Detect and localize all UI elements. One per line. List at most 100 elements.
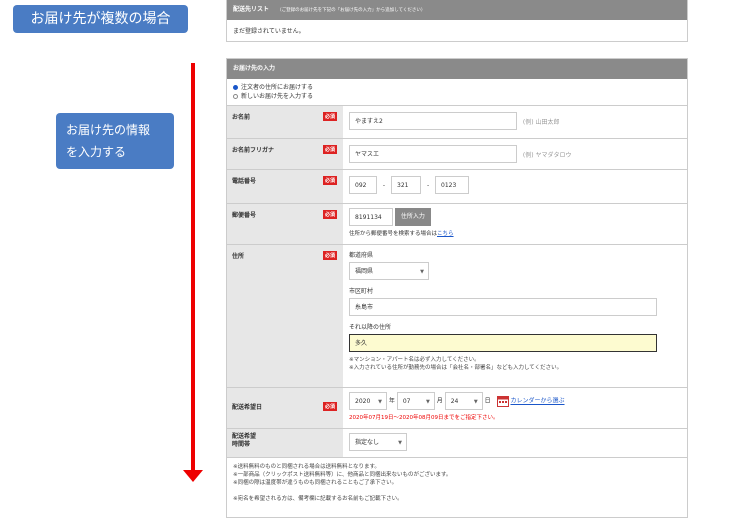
phone-sep-2: - bbox=[426, 181, 430, 189]
required-badge: 必須 bbox=[322, 145, 337, 154]
delivery-list-empty: まだ登録されていません。 bbox=[233, 28, 305, 35]
phone-label-text: 電話番号 bbox=[232, 178, 257, 185]
label-phone: 電話番号 必須 bbox=[227, 170, 343, 203]
label-delivery-time: 配送希望 時間帯 bbox=[227, 429, 343, 457]
delivery-list-panel: 配送先リスト （ご登録のお届け先を下記の「お届け先の入力」から追加してください）… bbox=[226, 0, 688, 42]
phone-value-cell: 092 - 321 - 0123 bbox=[343, 170, 687, 203]
time-label-2: 時間帯 bbox=[232, 441, 251, 448]
address-note-2: ※入力されている住所が勤務先の場合は「会社名・部署名」なども入力してください。 bbox=[349, 365, 563, 371]
time-value-cell: 指定なし ▼ bbox=[343, 429, 687, 457]
zip-help-text: 住所から郵便番号を検索する場合は bbox=[349, 231, 438, 237]
required-badge: 必須 bbox=[322, 251, 337, 260]
rest-label: それ以降の住所 bbox=[349, 324, 392, 331]
entry-header: お届け先の入力 bbox=[227, 59, 687, 79]
zip-value-cell: 8191134 住所入力 住所から郵便番号を検索する場合はこちら bbox=[343, 204, 687, 244]
red-arrow-head-icon bbox=[183, 470, 203, 482]
phone-input-1[interactable]: 092 bbox=[349, 176, 377, 194]
address-label-text: 住所 bbox=[232, 253, 245, 260]
address-note-1: ※マンション・アパート名は必ず入力してください。 bbox=[349, 357, 480, 363]
row-zip: 郵便番号 必須 8191134 住所入力 住所から郵便番号を検索する場合はこちら bbox=[227, 204, 687, 245]
prefecture-value: 福岡県 bbox=[355, 268, 374, 275]
footer-note-1: ※送料無料のものと同梱される場合は送料無料となります。 bbox=[233, 464, 380, 470]
time-value: 指定なし bbox=[355, 439, 380, 446]
phone-sep-1: - bbox=[382, 181, 386, 189]
prefecture-select[interactable]: 福岡県 ▼ bbox=[349, 262, 429, 280]
footer-notes: ※送料無料のものと同梱される場合は送料無料となります。 ※一部商品（クリックポス… bbox=[227, 458, 687, 508]
calendar-link[interactable]: カレンダーから選ぶ bbox=[511, 398, 565, 405]
phone-input-2[interactable]: 321 bbox=[391, 176, 422, 194]
radio-selected-icon[interactable] bbox=[233, 85, 238, 90]
chevron-down-icon: ▼ bbox=[426, 399, 430, 405]
month-value: 07 bbox=[402, 398, 411, 405]
row-address: 住所 必須 都道府県 福岡県 ▼ 市区町村 糸島市 それ以降の住所 多久 ※マンショ… bbox=[227, 245, 687, 388]
date-value-cell: 2020 ▼ 年 07 ▼ 月 24 ▼ 日 カレンダーから選ぶ 2020年07月19… bbox=[343, 388, 687, 428]
date-label-text: 配送希望日 bbox=[232, 404, 263, 411]
kana-input[interactable]: ヤマスエ bbox=[349, 145, 517, 163]
red-arrow-line bbox=[191, 63, 195, 473]
delivery-list-title: 配送先リスト bbox=[233, 6, 270, 13]
kana-label-text: お名前フリガナ bbox=[232, 147, 275, 154]
row-name: お名前 必須 やますえ2 (例) 山田太郎 bbox=[227, 106, 687, 139]
chevron-down-icon: ▼ bbox=[378, 399, 382, 405]
time-select[interactable]: 指定なし ▼ bbox=[349, 433, 407, 451]
label-name: お名前 必須 bbox=[227, 106, 343, 138]
day-select[interactable]: 24 ▼ bbox=[444, 392, 483, 410]
zip-help: 住所から郵便番号を検索する場合はこちら bbox=[349, 229, 681, 237]
month-select[interactable]: 07 ▼ bbox=[396, 392, 435, 410]
city-label: 市区町村 bbox=[349, 288, 374, 295]
pref-label: 都道府県 bbox=[349, 252, 374, 259]
radio-orderer-address[interactable]: 注文者の住所にお届けする bbox=[233, 83, 681, 92]
radio-unselected-icon[interactable] bbox=[233, 94, 238, 99]
radio-2-label: 新しいお届け先を入力する bbox=[241, 93, 314, 100]
address-value-cell: 都道府県 福岡県 ▼ 市区町村 糸島市 それ以降の住所 多久 ※マンション・アパー… bbox=[343, 245, 687, 387]
name-label-text: お名前 bbox=[232, 114, 251, 121]
label-address: 住所 必須 bbox=[227, 245, 343, 387]
address-lookup-button[interactable]: 住所入力 bbox=[394, 208, 431, 226]
callout-info-line1: お届け先の情報 bbox=[66, 123, 151, 137]
name-value-cell: やますえ2 (例) 山田太郎 bbox=[343, 106, 687, 138]
chevron-down-icon: ▼ bbox=[398, 440, 402, 446]
delivery-list-subtitle: （ご登録のお届け先を下記の「お届け先の入力」から追加してください） bbox=[277, 8, 426, 13]
phone-input-3[interactable]: 0123 bbox=[435, 176, 470, 194]
row-delivery-date: 配送希望日 必須 2020 ▼ 年 07 ▼ 月 24 ▼ 日 カレンダーから選ぶ 20… bbox=[227, 388, 687, 429]
destination-radio-group: 注文者の住所にお届けする 新しいお届け先を入力する bbox=[227, 79, 687, 106]
radio-1-label: 注文者の住所にお届けする bbox=[241, 84, 314, 91]
time-label-1: 配送希望 bbox=[232, 433, 257, 440]
footer-note-3: ※同梱の際は温度帯が違うものも同梱されることもご了承下さい。 bbox=[233, 480, 398, 486]
row-kana: お名前フリガナ 必須 ヤマスエ (例) ヤマダタロウ bbox=[227, 139, 687, 170]
label-delivery-date: 配送希望日 必須 bbox=[227, 388, 343, 428]
row-delivery-time: 配送希望 時間帯 指定なし ▼ bbox=[227, 429, 687, 458]
zip-search-link[interactable]: こちら bbox=[437, 231, 454, 237]
label-kana: お名前フリガナ 必須 bbox=[227, 139, 343, 169]
calendar-icon[interactable] bbox=[496, 395, 509, 407]
callout-title-text: お届け先が複数の場合 bbox=[30, 11, 171, 27]
zip-label-text: 郵便番号 bbox=[232, 212, 257, 219]
name-input[interactable]: やますえ2 bbox=[349, 112, 517, 130]
date-range-note: 2020年07月19日〜2020年08月09日までをご指定下さい。 bbox=[349, 415, 499, 421]
month-unit: 月 bbox=[436, 397, 443, 405]
callout-enter-info: お届け先の情報 を入力する bbox=[56, 113, 174, 169]
day-value: 24 bbox=[450, 398, 459, 405]
chevron-down-icon: ▼ bbox=[473, 399, 478, 405]
footer-note-red: ※宛名を希望される方は、備考欄に記載するお名前もご記載下さい。 bbox=[233, 496, 403, 502]
year-unit: 年 bbox=[388, 397, 395, 405]
address-rest-input[interactable]: 多久 bbox=[349, 334, 657, 352]
zip-input[interactable]: 8191134 bbox=[349, 208, 393, 226]
callout-info-line2: を入力する bbox=[66, 145, 127, 159]
name-hint: (例) 山田太郎 bbox=[522, 118, 560, 126]
required-badge: 必須 bbox=[322, 402, 337, 411]
delivery-list-header: 配送先リスト （ご登録のお届け先を下記の「お届け先の入力」から追加してください） bbox=[227, 0, 687, 20]
day-unit: 日 bbox=[484, 397, 491, 405]
kana-hint: (例) ヤマダタロウ bbox=[522, 151, 572, 159]
radio-new-address[interactable]: 新しいお届け先を入力する bbox=[233, 92, 681, 101]
year-value: 2020 bbox=[355, 398, 371, 405]
required-badge: 必須 bbox=[322, 210, 337, 219]
footer-note-2: ※一部商品（クリックポスト送料無料等）に、他商品と同梱出来ないものがございます。 bbox=[233, 472, 452, 478]
kana-value-cell: ヤマスエ (例) ヤマダタロウ bbox=[343, 139, 687, 169]
row-phone: 電話番号 必須 092 - 321 - 0123 bbox=[227, 170, 687, 204]
year-select[interactable]: 2020 ▼ bbox=[349, 392, 387, 410]
label-zip: 郵便番号 必須 bbox=[227, 204, 343, 244]
city-input[interactable]: 糸島市 bbox=[349, 298, 657, 316]
callout-multiple-destinations: お届け先が複数の場合 bbox=[13, 5, 188, 33]
required-badge: 必須 bbox=[322, 176, 337, 185]
